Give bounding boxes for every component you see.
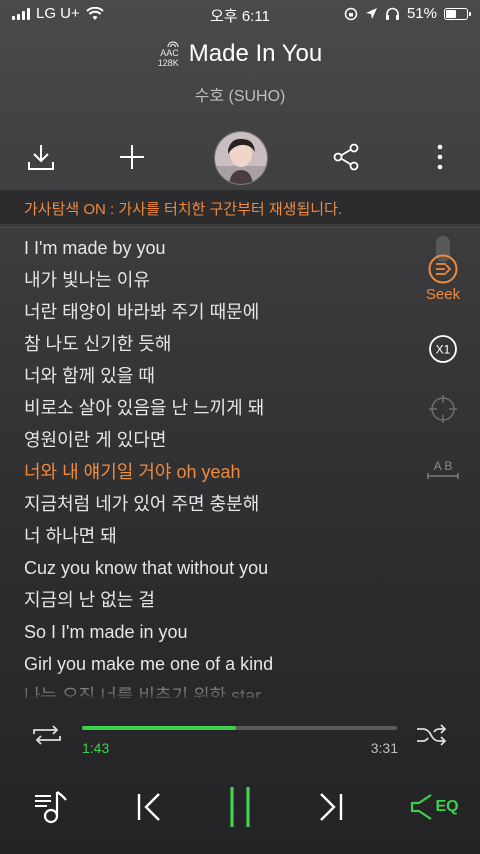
- progress-bar[interactable]: [82, 726, 397, 730]
- elapsed-time: 1:43: [82, 740, 110, 756]
- speed-icon: X1: [429, 335, 457, 363]
- focus-lyric-button[interactable]: [428, 394, 458, 424]
- lyric-seek-notice-bar: 가사탐색 ON : 가사를 터치한 구간부터 재생됩니다.: [0, 190, 480, 224]
- ab-repeat-icon: A B: [427, 459, 459, 479]
- download-button[interactable]: [19, 135, 63, 179]
- lyric-line[interactable]: So I I'm made in you: [24, 616, 414, 648]
- lyrics-list[interactable]: I I'm made by you 내가 빛나는 이유 너란 태양이 바라봐 주기 …: [24, 232, 414, 698]
- lyrics-fade-overlay: [0, 668, 480, 702]
- lyric-line[interactable]: 비로소 살아 있음을 난 느끼게 돼: [24, 392, 414, 424]
- skip-previous-icon: [137, 793, 160, 821]
- speed-label: X1: [436, 343, 451, 357]
- playlist-button[interactable]: [28, 782, 74, 832]
- divider: [0, 227, 480, 228]
- skip-next-icon: [320, 793, 343, 821]
- artist-avatar[interactable]: [214, 131, 268, 185]
- repeat-button[interactable]: [30, 722, 64, 748]
- title-row: AAC 128K Made In You: [0, 40, 480, 68]
- more-vertical-icon: [437, 144, 443, 170]
- add-to-playlist-button[interactable]: [110, 135, 154, 179]
- download-icon: [28, 145, 54, 170]
- repeat-icon: [33, 725, 61, 745]
- lyric-line[interactable]: 지금의 난 없는 걸: [24, 584, 414, 616]
- status-right: 51%: [344, 5, 471, 22]
- next-button[interactable]: [306, 782, 356, 832]
- total-time: 3:31: [370, 740, 398, 756]
- seek-label: Seek: [425, 286, 461, 303]
- share-button[interactable]: [324, 135, 368, 179]
- lyric-line-current[interactable]: 너와 내 얘기일 거야 oh yeah: [24, 456, 414, 488]
- lyric-line[interactable]: 지금처럼 네가 있어 주면 충분해: [24, 488, 414, 520]
- rotation-lock-icon: [344, 7, 358, 20]
- wifi-icon: [86, 6, 104, 20]
- eq-label: EQ: [435, 798, 459, 815]
- lyric-line[interactable]: 너란 태양이 바라봐 주기 때문에: [24, 296, 414, 328]
- status-bar: 오후 6:11 LG U+ 51%: [0, 0, 480, 28]
- song-title: Made In You: [188, 40, 323, 67]
- equalizer-button[interactable]: EQ: [404, 782, 464, 832]
- location-icon: [365, 8, 377, 19]
- lyric-line[interactable]: 내가 빛나는 이유: [24, 264, 414, 296]
- battery-percent: 51%: [406, 5, 437, 22]
- shuffle-icon: [417, 724, 447, 746]
- speaker-eq-icon: [411, 794, 433, 820]
- previous-button[interactable]: [124, 782, 174, 832]
- share-icon: [333, 143, 359, 171]
- lyric-line[interactable]: 너 하나면 돼: [24, 520, 414, 552]
- pause-icon: [230, 787, 250, 827]
- crosshair-icon: [429, 395, 457, 423]
- ab-label: A B: [434, 459, 453, 473]
- cell-signal-icon: [12, 7, 30, 20]
- playlist-music-icon: [35, 791, 67, 824]
- codec-format: AAC: [160, 48, 179, 58]
- more-button[interactable]: [418, 135, 462, 179]
- seek-toggle-button[interactable]: Seek: [422, 254, 464, 304]
- lyric-line[interactable]: 영원이란 게 있다면: [24, 424, 414, 456]
- headphones-icon: [385, 7, 399, 20]
- lyric-line[interactable]: Cuz you know that without you: [24, 552, 414, 584]
- status-left: LG U+: [12, 5, 104, 22]
- shuffle-button[interactable]: [414, 722, 448, 748]
- codec-badge: AAC 128K: [158, 40, 179, 68]
- lyric-seek-notice: 가사탐색 ON : 가사를 터치한 구간부터 재생됩니다.: [24, 201, 343, 218]
- lyric-line[interactable]: 너와 함께 있을 때: [24, 360, 414, 392]
- codec-bitrate: 128K: [157, 58, 179, 68]
- ab-repeat-button[interactable]: A B: [424, 456, 462, 484]
- lyric-line[interactable]: 참 나도 신기한 듯해: [24, 328, 414, 360]
- avatar-image: [215, 132, 267, 184]
- lyric-line[interactable]: I I'm made by you: [24, 232, 414, 264]
- progress-fill: [82, 726, 237, 730]
- playback-speed-button[interactable]: X1: [428, 334, 458, 364]
- battery-icon: [444, 7, 471, 20]
- hd-wave-icon: [167, 41, 179, 48]
- carrier-name: LG U+: [36, 5, 80, 22]
- artist-name[interactable]: 수호 (SUHO): [0, 82, 480, 106]
- pause-button[interactable]: [214, 782, 266, 832]
- plus-icon: [120, 145, 144, 169]
- seek-icon: [428, 254, 458, 284]
